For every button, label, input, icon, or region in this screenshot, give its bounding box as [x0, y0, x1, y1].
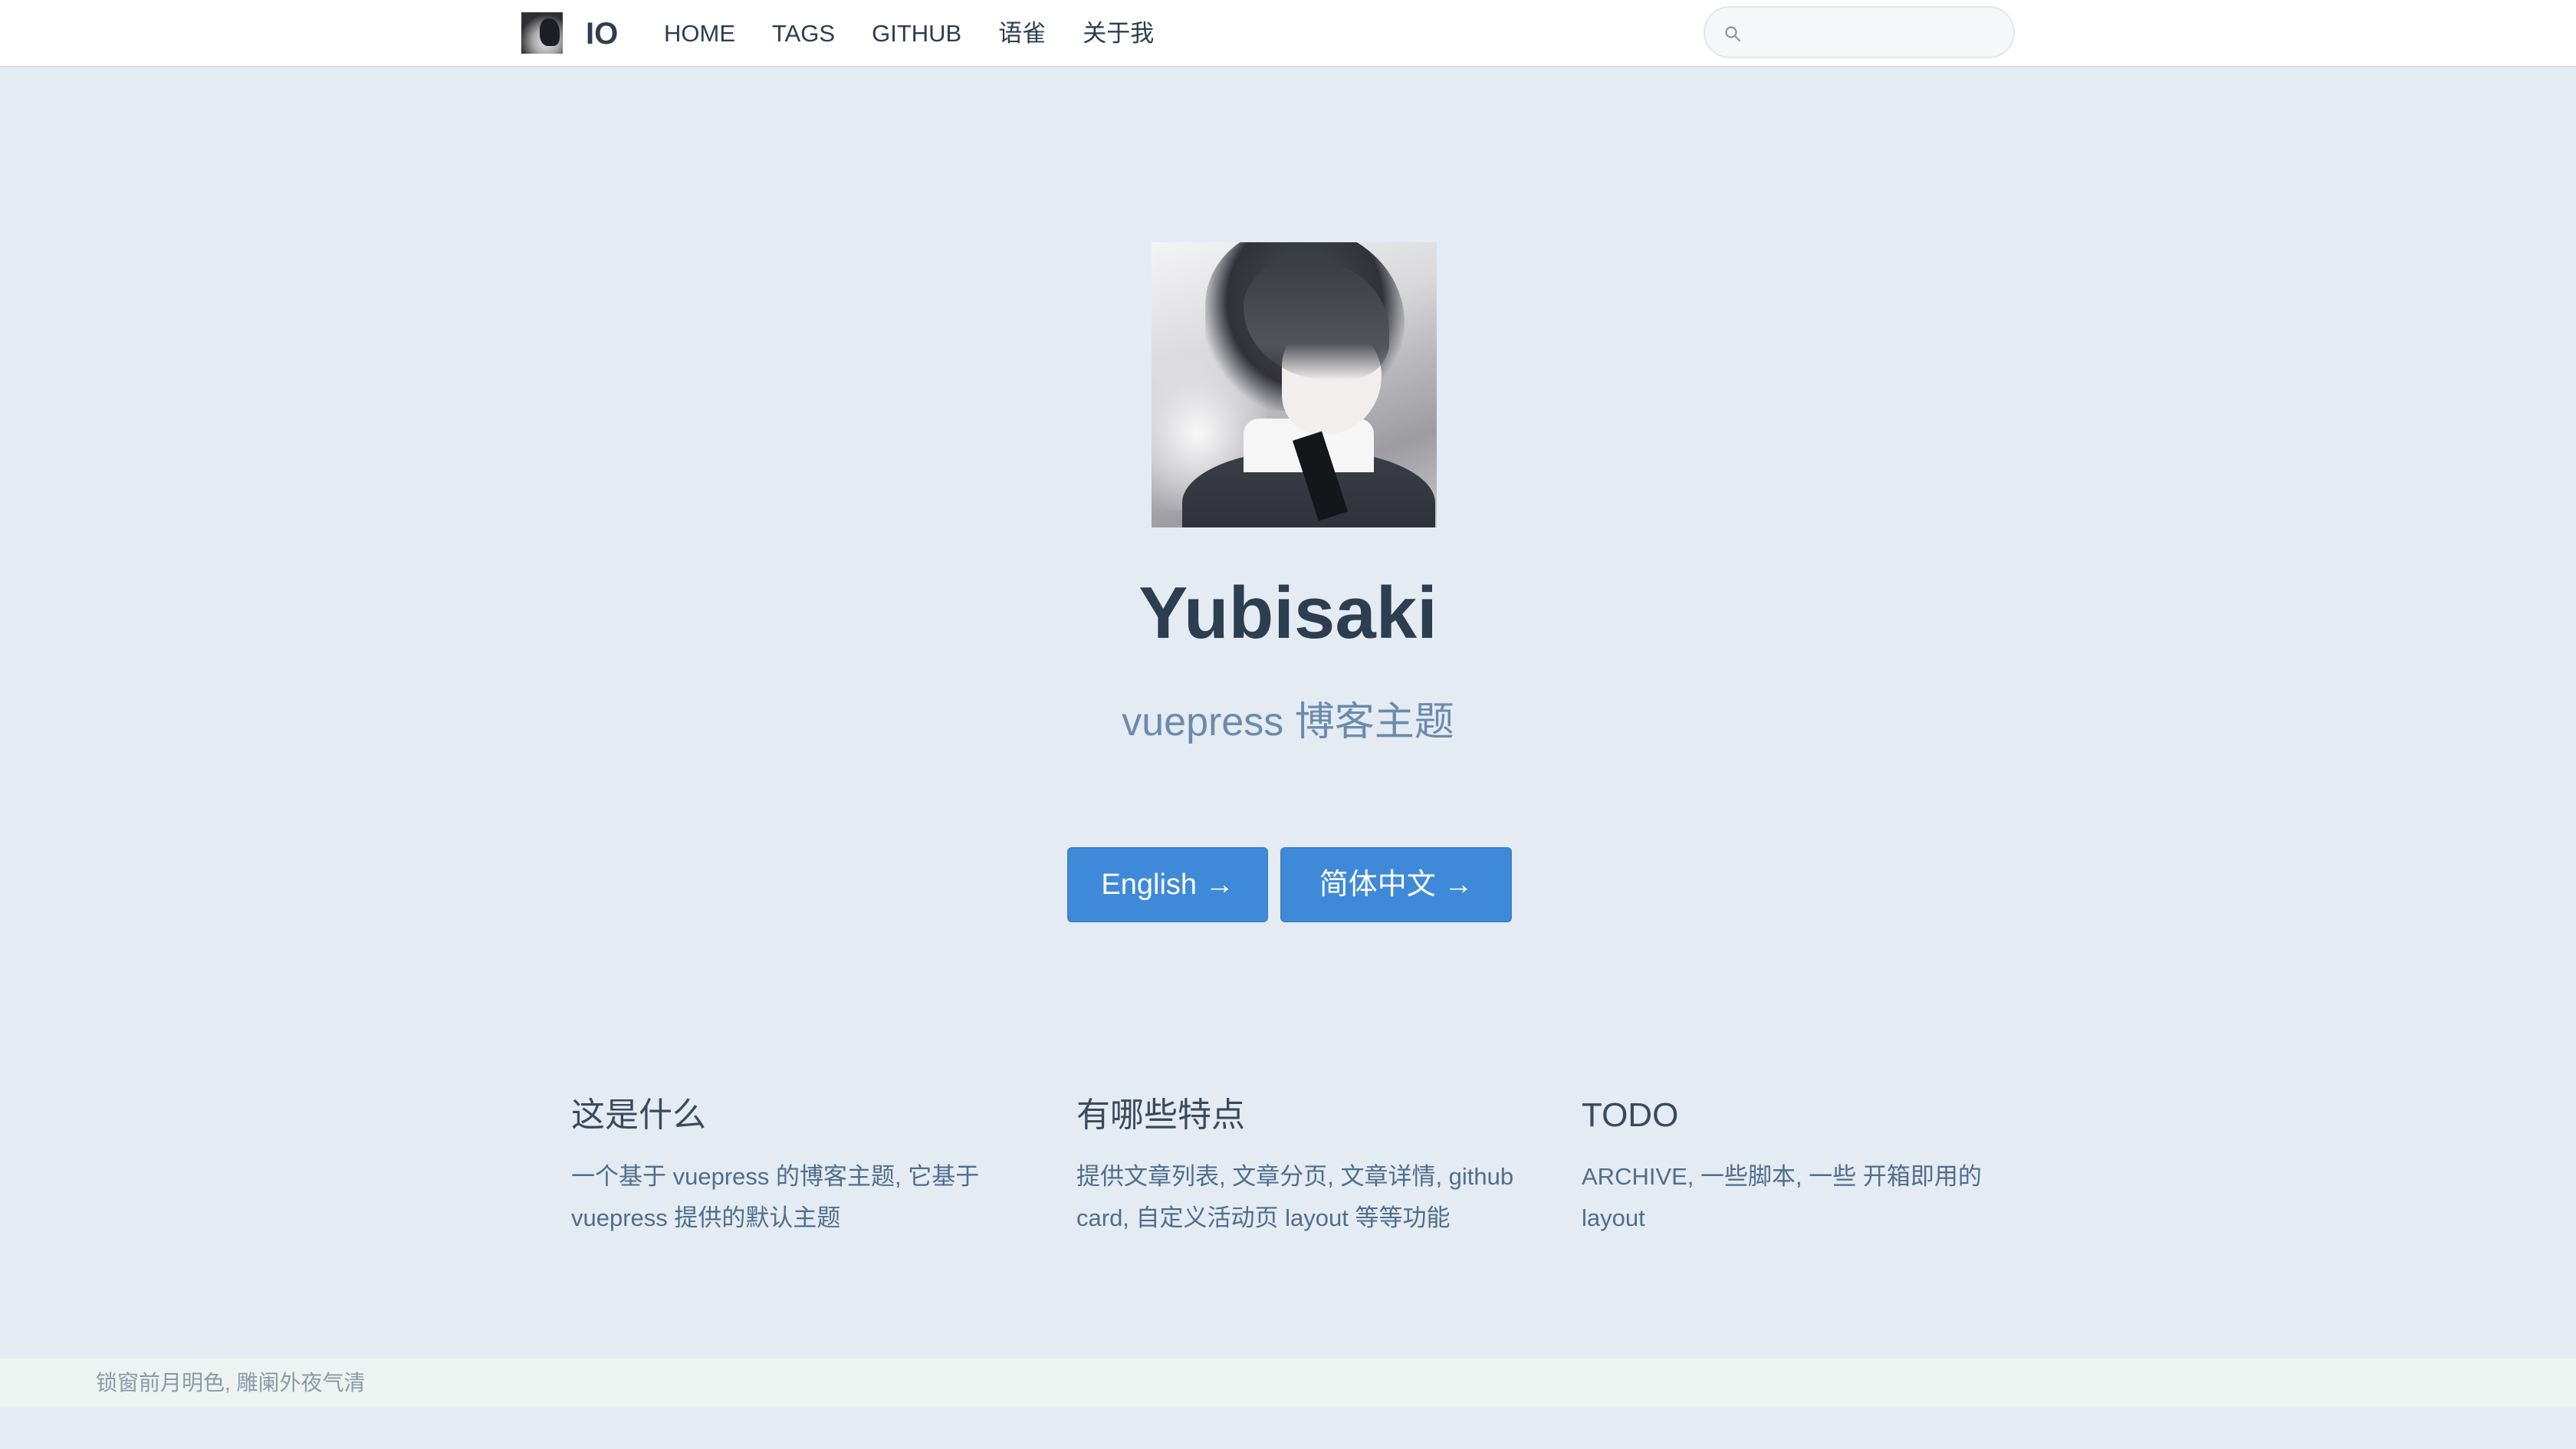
- search-icon: [1725, 26, 1741, 42]
- footer: 锁窗前月明色, 雕阑外夜气清: [0, 1359, 2576, 1408]
- feature-title: TODO: [1582, 1096, 1679, 1134]
- hero-title: Yubisaki: [1138, 572, 1438, 654]
- feature-what-is-it: 这是什么 一个基于 vuepress 的博客主题, 它基于 vuepress 提…: [571, 1089, 1016, 1239]
- chinese-button[interactable]: 简体中文 →: [1280, 847, 1512, 922]
- avatar-logo-icon[interactable]: [521, 12, 563, 54]
- feature-title: 有哪些特点: [1076, 1096, 1245, 1134]
- nav-link-home[interactable]: HOME: [664, 17, 735, 51]
- nav-link-about[interactable]: 关于我: [1083, 17, 1154, 51]
- feature-details: 提供文章列表, 文章分页, 文章详情, github card, 自定义活动页 …: [1076, 1163, 1514, 1231]
- feature-details: ARCHIVE, 一些脚本, 一些 开箱即用的 layout: [1582, 1163, 1982, 1231]
- search-box[interactable]: [1704, 6, 2015, 58]
- nav-links: HOME TAGS GITHUB 语雀 关于我: [664, 17, 1191, 51]
- nav-link-github[interactable]: GITHUB: [872, 17, 961, 51]
- feature-highlights: 有哪些特点 提供文章列表, 文章分页, 文章详情, github card, 自…: [1076, 1089, 1521, 1239]
- anime-avatar-image: [1152, 242, 1437, 527]
- footer-text: 锁窗前月明色, 雕阑外夜气清: [96, 1371, 366, 1395]
- hero-description: vuepress 博客主题: [1122, 700, 1454, 744]
- nav-link-tags[interactable]: TAGS: [772, 17, 835, 51]
- feature-title: 这是什么: [571, 1096, 706, 1134]
- feature-details: 一个基于 vuepress 的博客主题, 它基于 vuepress 提供的默认主…: [571, 1163, 980, 1231]
- feature-todo: TODO ARCHIVE, 一些脚本, 一些 开箱即用的 layout: [1582, 1089, 2026, 1239]
- english-button[interactable]: English →: [1067, 847, 1268, 922]
- search-input[interactable]: [1751, 14, 2004, 52]
- site-title[interactable]: IO: [586, 15, 618, 52]
- nav-link-yuque[interactable]: 语雀: [998, 17, 1046, 51]
- navbar: IO HOME TAGS GITHUB 语雀 关于我: [0, 0, 2576, 67]
